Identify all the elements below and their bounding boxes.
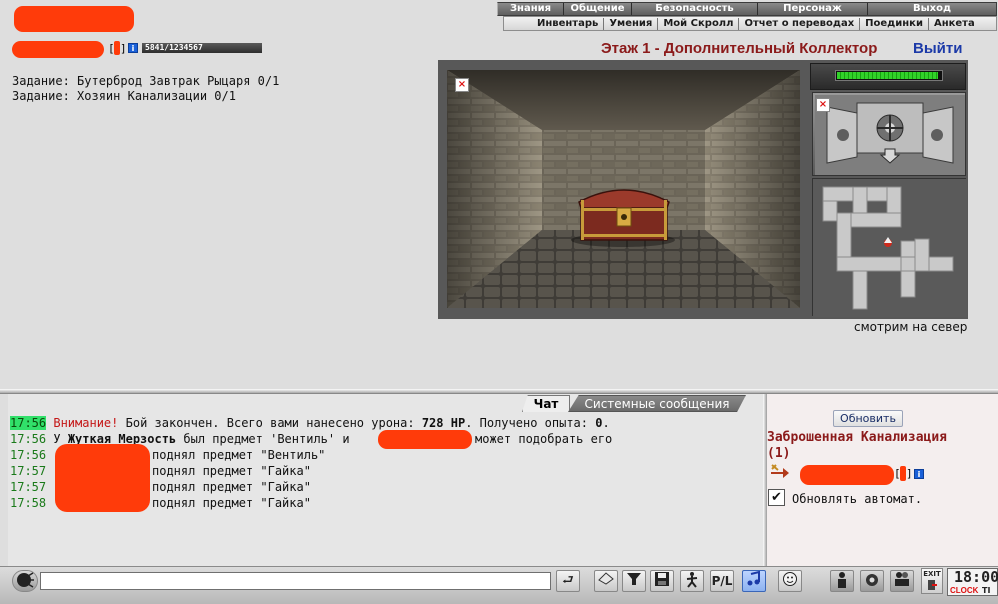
message-time: 17:56 (10, 448, 47, 462)
logout-link[interactable]: Выйти (913, 40, 962, 57)
music-icon[interactable] (742, 570, 766, 592)
nav-inventory[interactable]: Инвентарь (532, 18, 603, 30)
info-icon[interactable]: i (128, 43, 138, 53)
task-1: Задание: Бутерброд Завтрак Рыцаря 0/1 (12, 74, 280, 88)
message-text: может подобрать его (475, 432, 613, 446)
group-icon[interactable] (890, 570, 914, 592)
send-message-icon[interactable]: ⮐ (556, 570, 580, 592)
minimap[interactable] (812, 178, 967, 317)
room-name: Заброшенная Канализация (767, 430, 948, 445)
nav-communication[interactable]: Общение (564, 3, 632, 15)
info-icon[interactable]: i (914, 469, 924, 479)
nav-transfer-report[interactable]: Отчет о переводах (738, 17, 859, 30)
message-text: . (602, 416, 610, 430)
chat-message: 17:57 (10, 464, 46, 478)
auto-refresh-checkbox[interactable]: ✔ (768, 489, 785, 506)
clan-bracket-close: ] (906, 467, 913, 480)
clear-chat-icon[interactable] (594, 570, 618, 592)
dungeon-scene[interactable] (447, 70, 800, 308)
broken-image-icon: × (455, 78, 469, 92)
private-message-icon[interactable]: P/L (710, 570, 734, 592)
message-text: поднял предмет "Гайка" (152, 496, 311, 510)
health-panel (810, 63, 966, 90)
message-text: поднял предмет "Гайка" (152, 480, 311, 494)
tab-system-messages[interactable]: Системные сообщения (568, 395, 746, 412)
chat-message: 17:58 (10, 496, 46, 510)
clock-label: CLOCK (950, 586, 979, 595)
facing-direction: смотрим на север (854, 320, 968, 334)
chat-message: 17:56 (10, 448, 46, 462)
game-window: Знания Общение Безопасность Персонаж Вых… (0, 0, 998, 604)
message-text: был предмет 'Вентиль' и (176, 432, 350, 446)
auto-refresh-label: Обновлять автомат. (792, 492, 923, 506)
save-icon[interactable] (650, 570, 674, 592)
exit-label: EXIT (923, 570, 941, 578)
filter-icon[interactable] (622, 570, 646, 592)
damage-value: 728 HP (421, 416, 466, 430)
nav-security[interactable]: Безопасность (632, 3, 758, 15)
chat-input[interactable] (40, 572, 551, 590)
nav-my-scroll[interactable]: Мой Скролл (657, 17, 738, 30)
nav-exit[interactable]: Выход (868, 3, 996, 15)
redacted-player-name[interactable] (12, 41, 104, 58)
redacted-player-name[interactable] (378, 430, 472, 449)
treasure-chest[interactable] (571, 189, 675, 247)
refresh-button[interactable]: Обновить (833, 410, 903, 427)
message-text: поднял предмет "Гайка" (152, 464, 311, 478)
experience-bar: 5841/1234567 (142, 43, 262, 53)
nav-profile[interactable]: Анкета (927, 17, 980, 30)
location-title: Этаж 1 - Дополнительный Коллектор (601, 40, 878, 57)
fight-icon[interactable] (769, 463, 791, 479)
smiley-icon[interactable] (778, 570, 802, 592)
clan-bracket-close: ] (120, 42, 127, 55)
nav-knowledge[interactable]: Знания (498, 3, 564, 15)
nav-row-character: Инвентарь Умения Мой Скролл Отчет о пере… (503, 16, 997, 31)
character-icon[interactable] (830, 570, 854, 592)
health-bar-fill (837, 72, 938, 79)
nav-skills[interactable]: Умения (603, 17, 657, 30)
navigation-compass[interactable] (812, 92, 966, 176)
room-player-count: (1) (767, 446, 791, 461)
message-time: 17:57 (10, 464, 47, 478)
exit-button[interactable]: EXIT (921, 568, 943, 594)
message-time: 17:56 (10, 416, 47, 430)
warning-text: Внимание! (53, 416, 119, 430)
message-time: 17:58 (10, 496, 47, 510)
message-time: 17:56 (10, 432, 47, 446)
message-text: поднял предмет "Вентиль" (152, 448, 326, 462)
speaker-icon[interactable] (12, 570, 38, 592)
message-time: 17:57 (10, 480, 47, 494)
redacted-logo (14, 6, 134, 32)
top-navigation: Знания Общение Безопасность Персонаж Вых… (497, 2, 997, 31)
broken-image-icon: × (816, 98, 830, 112)
clock-widget: 18:00 CLOCK TI (947, 568, 998, 596)
chat-message: 17:56 У Жуткая Мерзость был предмет 'Вен… (10, 432, 350, 446)
nav-row-main: Знания Общение Безопасность Персонаж Вых… (497, 2, 997, 16)
health-bar (835, 70, 943, 81)
redacted-player-name[interactable] (800, 465, 894, 485)
nav-duels[interactable]: Поединки (859, 17, 928, 30)
redacted-player-names[interactable] (55, 444, 150, 512)
tab-chat[interactable]: Чат (522, 395, 570, 412)
clock-label-secondary: TI (982, 586, 991, 595)
compass-graphic (815, 95, 965, 175)
message-text: Бой закончен. Всего вами нанесено урона: (118, 416, 422, 430)
chat-message: 17:57 (10, 480, 46, 494)
clock-time: 18:00 (954, 568, 998, 586)
task-2: Задание: Хозяин Канализации 0/1 (12, 89, 236, 103)
message-text: . Получено опыта: (465, 416, 596, 430)
chat-message: 17:56 Внимание! Бой закончен. Всего вами… (10, 416, 610, 430)
nav-character[interactable]: Персонаж (758, 3, 868, 15)
dungeon-corridor-image (447, 70, 800, 308)
settings-icon[interactable] (860, 570, 884, 592)
emotion-icon[interactable] (680, 570, 704, 592)
minimap-graphic (813, 179, 967, 317)
